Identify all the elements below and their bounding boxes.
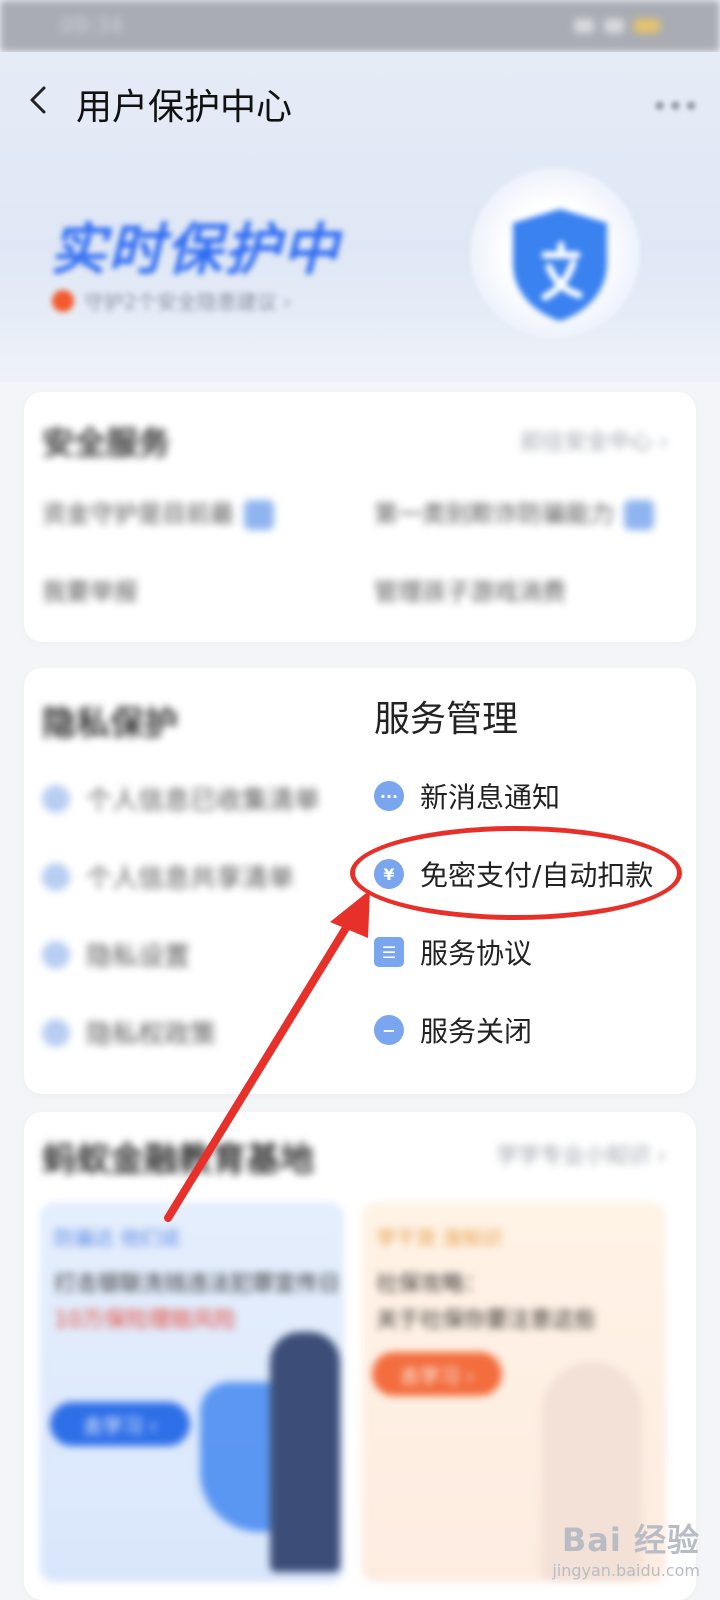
service-management-menu: 服务管理 ··· 新消息通知 ¥ 免密支付/自动扣款 ☰ 服务协议 − 服务关闭 [356, 676, 686, 1076]
edu-line: 社保攻略： [376, 1272, 487, 1297]
signal-icon [574, 19, 594, 33]
edu-line: 关于社保你要注意这些 [376, 1308, 597, 1333]
edu-learn-button[interactable]: 去学习 › [372, 1352, 502, 1396]
alert-dot-icon [52, 289, 74, 312]
hero-subtitle[interactable]: 守护2个安全隐患建议 › [52, 286, 291, 315]
officer-illustration [270, 1332, 340, 1572]
menu-item-service-close[interactable]: − 服务关闭 [374, 1010, 532, 1050]
badge-icon [244, 500, 274, 530]
edu-tag: 学干货 涨知识 [376, 1226, 503, 1250]
privacy-header: 隐私保护 [42, 704, 178, 744]
info-icon [42, 784, 70, 813]
edu-line: 10万保险理赔风险 [54, 1308, 236, 1333]
security-item[interactable]: 资金守护是目前最 [42, 494, 274, 530]
education-left-card[interactable]: 防骗达 他们说 打击银联洗钱违法犯罪宣传日 10万保险理赔风险 去学习 › [40, 1202, 344, 1582]
chat-bubble-icon: ··· [374, 781, 404, 811]
edu-tag: 防骗达 他们说 [54, 1226, 181, 1250]
security-item[interactable]: 第一类别欺诈防骗能力 [374, 494, 654, 530]
security-card: 安全服务 前往安全中心 › 资金守护是目前最 第一类别欺诈防骗能力 我要举报 管… [24, 392, 696, 642]
menu-item-password-free-payment[interactable]: ¥ 免密支付/自动扣款 [374, 854, 653, 894]
watermark-logo: Bai 经验 [561, 1521, 700, 1559]
page-title: 用户保护中心 [76, 87, 293, 128]
privacy-item[interactable]: 隐私设置 [42, 936, 190, 973]
menu-item-service-agreement[interactable]: ☰ 服务协议 [374, 932, 532, 972]
more-icon[interactable]: ••• [651, 90, 700, 125]
hero-subtitle-text: 守护2个安全隐患建议 › [84, 290, 292, 314]
status-bar: 09:34 [0, 0, 720, 52]
edu-learn-button[interactable]: 去学习 › [50, 1402, 190, 1446]
edu-line: 打击银联洗钱违法犯罪宣传日 [54, 1272, 341, 1297]
shield-icon [513, 209, 607, 321]
watermark-url: jingyan.baidu.com [552, 1561, 700, 1580]
menu-item-label: 免密支付/自动扣款 [420, 859, 654, 892]
wifi-icon [604, 19, 624, 33]
service-management-title: 服务管理 [374, 699, 519, 740]
menu-item-notifications[interactable]: ··· 新消息通知 [374, 776, 560, 816]
menu-item-label: 服务关闭 [420, 1015, 533, 1048]
chevron-left-icon[interactable] [24, 84, 56, 116]
education-header: 蚂蚁金融教育基地 [42, 1140, 314, 1180]
battery-icon [634, 19, 660, 33]
privacy-item[interactable]: 隐私权政策 [42, 1014, 216, 1051]
folder-icon [42, 862, 70, 891]
status-time: 09:34 [60, 13, 124, 39]
watermark: Bai 经验 jingyan.baidu.com [552, 1515, 700, 1580]
privacy-item[interactable]: 个人信息已收集清单 [42, 780, 320, 817]
security-header: 安全服务 [42, 424, 171, 462]
education-link[interactable]: 学学专业小知识 › [496, 1138, 666, 1170]
menu-item-label: 新消息通知 [420, 781, 561, 814]
yuan-icon: ¥ [374, 859, 404, 889]
settings-icon [42, 940, 70, 969]
security-item[interactable]: 我要举报 [42, 572, 138, 607]
menu-item-label: 服务协议 [420, 937, 533, 970]
nav-bar: 用户保护中心 ••• [0, 60, 720, 140]
hero-title: 实时保护中 [50, 218, 340, 283]
badge-icon [624, 500, 654, 530]
privacy-item[interactable]: 个人信息共享清单 [42, 858, 294, 895]
status-icons [574, 19, 660, 33]
policy-icon [42, 1018, 70, 1047]
document-icon: ☰ [374, 937, 404, 967]
minus-circle-icon: − [374, 1015, 404, 1045]
security-link[interactable]: 前往安全中心 › [520, 424, 668, 456]
security-item[interactable]: 管理孩子游戏消费 [374, 572, 566, 607]
